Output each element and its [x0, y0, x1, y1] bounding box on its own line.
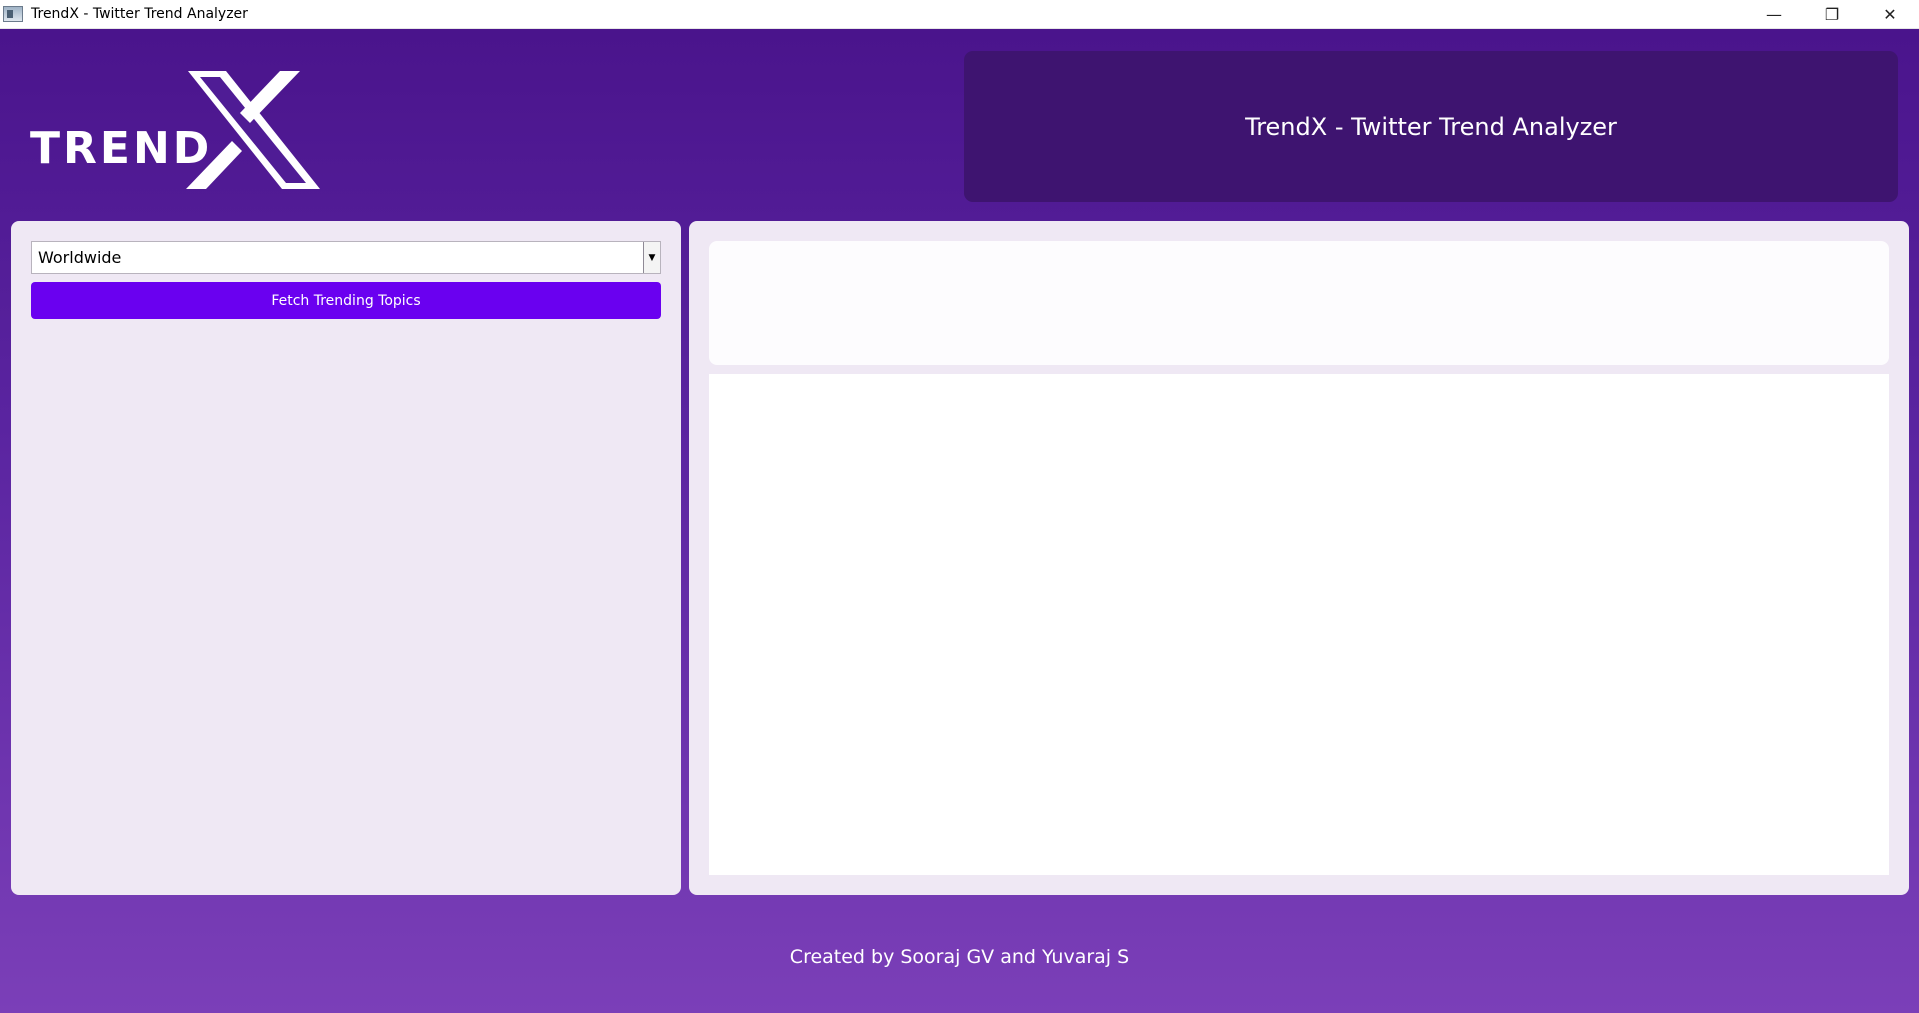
app-window: TREND TrendX - Twitter Trend Analyzer Wo… [0, 29, 1919, 1013]
logo-x-icon [186, 71, 320, 189]
location-select-value: Worldwide [38, 248, 122, 267]
header-banner: TrendX - Twitter Trend Analyzer [964, 51, 1898, 202]
close-icon[interactable]: ✕ [1861, 0, 1919, 29]
fetch-trending-button[interactable]: Fetch Trending Topics [31, 282, 661, 319]
results-panel [689, 221, 1909, 895]
chevron-down-icon[interactable]: ▼ [643, 242, 660, 273]
window-titlebar: TrendX - Twitter Trend Analyzer — ❐ ✕ [0, 0, 1919, 29]
results-header-area [709, 241, 1889, 365]
header-title: TrendX - Twitter Trend Analyzer [1245, 112, 1617, 141]
footer-credit: Created by Sooraj GV and Yuvaraj S [789, 946, 1130, 968]
app-icon [3, 6, 23, 22]
window-controls: — ❐ ✕ [1745, 0, 1919, 29]
maximize-icon[interactable]: ❐ [1803, 0, 1861, 29]
trendx-logo: TREND [30, 71, 320, 191]
location-select[interactable]: Worldwide ▼ [31, 241, 661, 274]
results-display-area[interactable] [709, 374, 1889, 875]
controls-panel: Worldwide ▼ Fetch Trending Topics [11, 221, 681, 895]
window-title: TrendX - Twitter Trend Analyzer [31, 6, 248, 22]
minimize-icon[interactable]: — [1745, 0, 1803, 29]
